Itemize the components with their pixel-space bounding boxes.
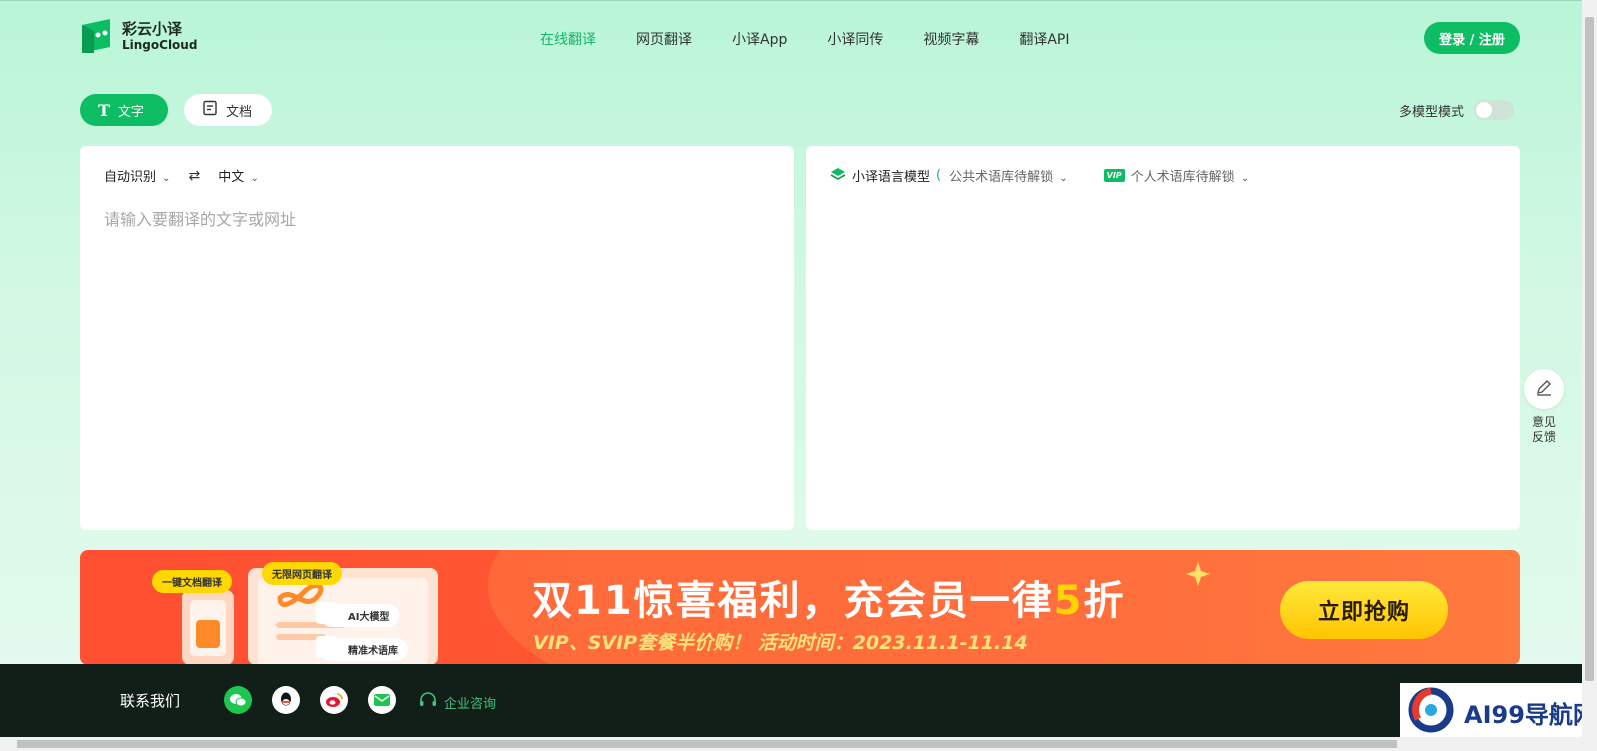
wechat-icon[interactable] — [224, 686, 252, 714]
bracket-divider: ( — [936, 168, 942, 183]
chevron-down-icon: ⌄ — [162, 173, 171, 184]
chevron-down-icon: ⌄ — [1240, 173, 1250, 184]
enterprise-consult-label: 企业咨询 — [444, 696, 497, 712]
vertical-scrollbar[interactable] — [1582, 0, 1597, 751]
source-language-label: 自动识别 — [104, 170, 157, 185]
brand-name-en: LingoCloud — [122, 37, 198, 52]
promo-title-prefix: 双11惊喜福利，充会员一律 — [532, 578, 1054, 624]
chip-glossary: 精准术语库 — [320, 638, 408, 661]
watermark-logo-icon — [1408, 687, 1454, 737]
weibo-icon[interactable] — [320, 686, 348, 714]
horizontal-scrollbar[interactable] — [0, 737, 1582, 751]
swap-language-icon[interactable]: ⇄ — [189, 168, 201, 184]
enterprise-consult-link[interactable]: 企业咨询 — [418, 690, 496, 714]
source-language-select[interactable]: 自动识别 ⌄ — [104, 166, 171, 185]
multi-model-mode: 多模型模式 — [1399, 100, 1515, 120]
nav-simultaneous[interactable]: 小译同传 — [827, 29, 883, 49]
edit-icon — [1534, 377, 1554, 401]
promo-title-suffix: 折 — [1083, 578, 1126, 624]
vertical-scrollbar-thumb[interactable] — [1585, 17, 1594, 681]
target-language-label: 中文 — [218, 170, 245, 185]
target-language-select[interactable]: 中文 ⌄ — [218, 166, 259, 185]
promo-title-highlight: 5 — [1053, 578, 1084, 624]
tab-document-label: 文档 — [226, 104, 253, 120]
nav-online-translate[interactable]: 在线翻译 — [540, 29, 596, 49]
nav-app[interactable]: 小译App — [732, 29, 787, 49]
footer: 联系我们 企业咨询 — [0, 664, 1582, 737]
nav-api[interactable]: 翻译API — [1019, 29, 1069, 49]
public-glossary-label: 公共术语库待解锁 — [949, 170, 1054, 185]
top-nav: 在线翻译 网页翻译 小译App 小译同传 视频字幕 翻译API — [540, 29, 1070, 49]
brand-logo[interactable]: 彩云小译 LingoCloud — [80, 17, 197, 55]
model-name[interactable]: 小译语言模型 — [852, 166, 930, 185]
login-register-button[interactable]: 登录 / 注册 — [1424, 22, 1520, 54]
watermark: AI99导航网 — [1400, 683, 1597, 741]
brand-name: 彩云小译 — [122, 19, 183, 38]
target-panel: 小译语言模型 ( 公共术语库待解锁 ⌄ VIP 个人术语库待解锁 ⌄ — [806, 146, 1520, 530]
watermark-text: AI99导航网 — [1464, 700, 1597, 729]
feedback-button[interactable]: 意见反馈 — [1524, 369, 1566, 445]
sparkle-icon — [1184, 560, 1212, 592]
qq-icon[interactable] — [272, 686, 300, 714]
layers-icon — [830, 167, 846, 185]
source-panel: 自动识别 ⌄ ⇄ 中文 ⌄ — [80, 146, 794, 530]
feedback-icon-wrap — [1524, 369, 1564, 409]
nav-video-subtitle[interactable]: 视频字幕 — [923, 29, 979, 49]
headset-icon — [418, 690, 438, 714]
personal-glossary-select[interactable]: 个人术语库待解锁 ⌄ — [1131, 166, 1250, 185]
nav-web-translate[interactable]: 网页翻译 — [636, 29, 692, 49]
model-bar: 小译语言模型 ( 公共术语库待解锁 ⌄ VIP 个人术语库待解锁 ⌄ — [830, 166, 1249, 185]
personal-glossary-label: 个人术语库待解锁 — [1130, 170, 1235, 185]
chip-web-translate: 无限网页翻译 — [262, 562, 342, 585]
vip-badge: VIP — [1103, 169, 1125, 182]
chevron-down-icon: ⌄ — [1059, 173, 1068, 184]
chevron-down-icon: ⌄ — [250, 173, 259, 184]
document-icon — [202, 100, 218, 120]
tab-document[interactable]: 文档 — [184, 94, 272, 126]
promo-title: 双11惊喜福利，充会员一律5折 — [532, 568, 1126, 626]
language-bar: 自动识别 ⌄ ⇄ 中文 ⌄ — [104, 166, 259, 186]
contact-us-label: 联系我们 — [120, 692, 181, 710]
promo-subtitle: VIP、SVIP套餐半价购！ 活动时间：2023.11.1-11.14 — [533, 632, 1028, 654]
tab-text[interactable]: T 文字 — [80, 94, 168, 126]
feedback-label: 意见反馈 — [1531, 415, 1556, 444]
chip-ai-model: AI大模型 — [320, 604, 400, 627]
page: 彩云小译 LingoCloud 在线翻译 网页翻译 小译App 小译同传 视频字… — [0, 0, 1582, 737]
multi-model-label: 多模型模式 — [1399, 104, 1465, 120]
promo-banner[interactable]: 一键文档翻译 无限网页翻译 AI大模型 精准术语库 双11惊喜福利，充会员一律5… — [80, 550, 1520, 665]
public-glossary-select[interactable]: 公共术语库待解锁 ⌄ — [949, 166, 1068, 185]
chip-doc-translate: 一键文档翻译 — [152, 570, 232, 593]
tab-text-label: 文字 — [117, 104, 144, 120]
brand-logo-icon — [80, 17, 114, 55]
source-text-input[interactable] — [104, 206, 764, 506]
multi-model-toggle[interactable] — [1474, 100, 1515, 120]
promo-buy-button[interactable]: 立即抢购 — [1280, 581, 1448, 639]
horizontal-scrollbar-thumb[interactable] — [17, 740, 1397, 748]
email-icon[interactable] — [368, 686, 396, 714]
text-mode-icon: T — [98, 100, 110, 120]
